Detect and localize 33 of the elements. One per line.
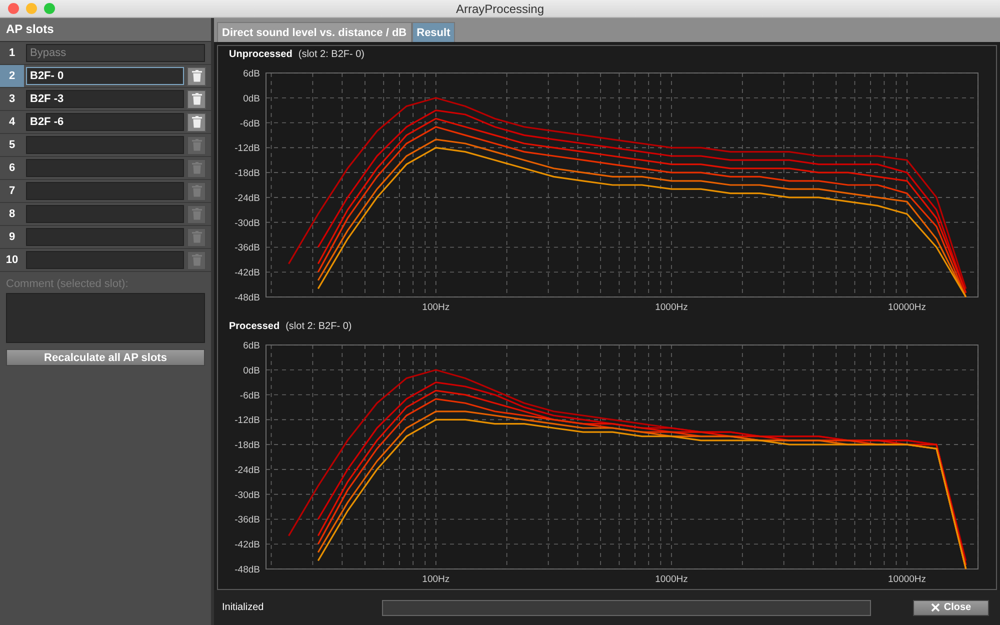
- y-tick-label: -6dB: [240, 118, 260, 130]
- y-tick-label: -48dB: [234, 564, 260, 576]
- chart-subtitle: (slot 2: B2F- 0): [298, 49, 364, 62]
- y-tick-label: -18dB: [234, 440, 260, 452]
- chart-title: Processed: [229, 321, 280, 334]
- x-tick-label: 100Hz: [422, 302, 450, 313]
- y-tick-label: -30dB: [234, 218, 260, 229]
- panel-header: AP slots: [0, 18, 211, 42]
- y-tick-label: -12dB: [234, 415, 260, 426]
- chart-title: Unprocessed: [229, 49, 292, 62]
- x-tick-label: 100Hz: [422, 574, 450, 585]
- y-tick-label: -48dB: [234, 292, 260, 304]
- y-tick-label: -36dB: [234, 242, 260, 254]
- x-tick-label: 1000Hz: [655, 302, 688, 313]
- status-text: Initialized: [222, 602, 265, 613]
- window-title: ArrayProcessing: [456, 2, 544, 16]
- y-tick-label: 6dB: [243, 340, 260, 352]
- y-tick-label: -42dB: [234, 268, 260, 279]
- y-tick-label: -24dB: [234, 464, 260, 476]
- y-tick-label: -24dB: [234, 192, 260, 204]
- chart-subtitle: (slot 2: B2F- 0): [286, 321, 352, 334]
- y-tick-label: -6dB: [240, 390, 260, 402]
- y-tick-label: -36dB: [234, 514, 260, 526]
- x-tick-label: 1000Hz: [655, 574, 688, 585]
- y-tick-label: -18dB: [234, 168, 260, 180]
- y-tick-label: -12dB: [234, 143, 260, 154]
- x-tick-label: 10000Hz: [888, 302, 926, 313]
- y-tick-label: -42dB: [234, 540, 260, 551]
- y-tick-label: 6dB: [243, 68, 260, 80]
- y-tick-label: 0dB: [243, 93, 260, 104]
- y-tick-label: -30dB: [234, 490, 260, 501]
- y-tick-label: 0dB: [243, 365, 260, 376]
- x-tick-label: 10000Hz: [888, 574, 926, 585]
